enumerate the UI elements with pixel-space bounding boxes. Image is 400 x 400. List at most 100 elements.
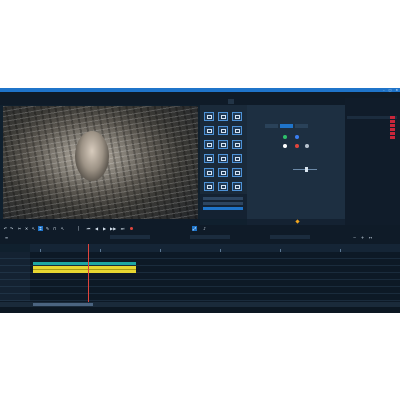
list-item[interactable] [347,124,397,127]
effect-tile[interactable] [218,182,228,191]
effect-tile[interactable] [232,140,242,149]
tab-bar [200,98,345,105]
magnet-icon[interactable]: ⊓ [52,226,57,231]
effect-tile[interactable] [218,154,228,163]
arrange-icon[interactable]: ≡ [4,235,9,240]
list-item[interactable] [203,197,243,200]
effect-tile[interactable] [232,168,242,177]
skip-back-icon[interactable]: ⏮ [86,226,91,231]
mode-button[interactable] [295,124,308,128]
list-item[interactable] [347,116,397,119]
effect-tile[interactable] [204,126,214,135]
tab-3[interactable] [252,99,258,104]
timeline-dropdown[interactable] [110,235,150,239]
pointer-icon[interactable]: ↖ [60,226,65,231]
track-header[interactable] [0,259,30,266]
track-lane[interactable] [30,287,400,294]
list-item-selected[interactable] [203,207,243,210]
cut-icon[interactable]: ✂ [17,226,22,231]
video-clip[interactable] [33,262,136,265]
track-lane[interactable] [30,252,400,259]
timeline-tracks [0,252,400,302]
effect-tile[interactable] [232,126,242,135]
tab-1[interactable] [206,99,212,104]
list-item[interactable] [347,110,397,113]
timeline-dropdown[interactable] [270,235,310,239]
undo-icon[interactable]: ↶ [3,226,8,231]
new-badge [390,116,395,119]
color-swatch[interactable] [283,144,287,148]
new-badge [390,136,395,139]
intensity-slider-handle[interactable] [305,167,308,172]
skip-forward-icon[interactable]: ⏭ [120,226,125,231]
applied-effects-list [200,194,247,219]
zoom-out-icon[interactable]: − [352,235,357,240]
track-lane[interactable] [30,273,400,280]
track-header[interactable] [0,273,30,280]
zoom-in-icon[interactable]: + [360,235,365,240]
keyframe-bar[interactable] [247,219,345,225]
audio-clip[interactable] [33,266,136,273]
forward-icon[interactable]: ▶▶ [110,226,116,231]
list-item[interactable] [347,132,397,135]
effect-tile[interactable] [218,126,228,135]
color-swatch[interactable] [295,135,299,139]
track-header[interactable] [0,280,30,287]
transport-bar: ↶ ↷ ✂ ✕ ↖ ⌶ ✎ ⊓ ↖ [ ⏮ ◀ ▶ ▶▶ ⏭ ⤢ ♪ [0,225,400,232]
color-swatch[interactable] [295,144,299,148]
pencil-icon[interactable]: ✎ [45,226,50,231]
effect-tile[interactable] [204,112,214,121]
effect-tile[interactable] [204,140,214,149]
timeline-scroll-thumb[interactable] [33,303,93,306]
fit-icon[interactable]: ↔ [368,235,373,240]
audio-icon[interactable]: ♪ [202,226,207,231]
timeline-ruler[interactable] [30,244,400,252]
tab-5[interactable] [296,99,302,104]
track-lane[interactable] [30,280,400,287]
marker-in-icon[interactable]: [ [76,226,81,231]
track-header[interactable] [0,266,30,273]
redo-icon[interactable]: ↷ [9,226,14,231]
track-header[interactable] [0,294,30,301]
record-icon[interactable] [130,227,133,230]
color-swatch[interactable] [283,135,287,139]
tab-effects[interactable] [228,99,234,104]
fullscreen-icon[interactable]: ⤢ [192,226,197,231]
list-item[interactable] [347,120,397,123]
track-header[interactable] [0,252,30,259]
video-editor-window: – □ ✕ ↶ ↷ ✂ ✕ ↖ ⌶ ✎ ⊓ ↖ [ ⏮ ◀ ▶ ▶▶ ⏭ ⤢ ♪ [0,88,400,313]
effect-settings-panel [247,105,345,219]
effect-tile[interactable] [218,168,228,177]
timeline-dropdown[interactable] [190,235,230,239]
select-tool-icon[interactable]: ↖ [31,226,36,231]
delete-icon[interactable]: ✕ [24,226,29,231]
effect-tile[interactable] [232,112,242,121]
new-badge [390,124,395,127]
tab-4[interactable] [274,99,280,104]
effect-tile[interactable] [204,154,214,163]
track-lane[interactable] [30,294,400,301]
list-item[interactable] [203,202,243,205]
effect-tile[interactable] [232,154,242,163]
effect-tile[interactable] [218,112,228,121]
playhead[interactable] [88,244,89,302]
effect-tile[interactable] [232,182,242,191]
preview-header [0,98,200,105]
video-preview[interactable] [3,106,198,219]
list-item[interactable] [347,106,397,109]
track-header[interactable] [0,287,30,294]
effect-tile[interactable] [218,140,228,149]
split-tool-icon[interactable]: ⌶ [38,226,43,231]
new-badge [390,120,395,123]
play-icon[interactable]: ▶ [102,226,107,231]
list-item[interactable] [347,136,397,139]
keyframe-marker[interactable] [295,219,300,224]
effect-tile[interactable] [204,168,214,177]
mode-button-active[interactable] [280,124,293,128]
effect-tile[interactable] [204,182,214,191]
mode-button[interactable] [265,124,278,128]
rewind-icon[interactable]: ◀ [94,226,99,231]
list-item[interactable] [347,128,397,131]
timeline-toolbar: ≡ − + ↔ [0,232,400,244]
color-swatch[interactable] [305,144,309,148]
